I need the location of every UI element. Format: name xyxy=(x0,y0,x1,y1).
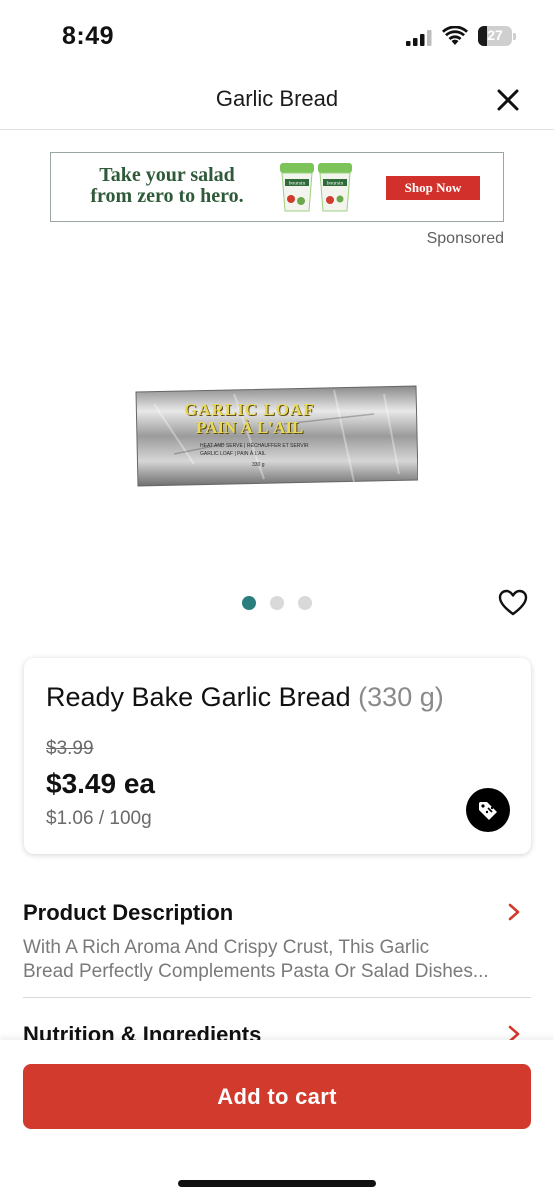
page-title: Garlic Bread xyxy=(215,86,339,111)
bag-fine-print: HEAT AND SERVE | RÉCHAUFFER ET SERVIR GA… xyxy=(200,442,320,458)
unit-price: $1.06 / 100g xyxy=(46,808,152,829)
product-image[interactable]: GARLIC LOAF PAIN À L'AIL HEAT AND SERVE … xyxy=(134,384,418,488)
description-line: Bread Perfectly Complements Pasta Or Sal… xyxy=(23,961,489,982)
product-tub-icon: boursin xyxy=(280,163,314,212)
price-tag-icon[interactable] xyxy=(466,788,510,832)
battery-cap xyxy=(513,33,516,40)
product-card: Ready Bake Garlic Bread (330 g) $3.99 $3… xyxy=(24,658,531,854)
product-size: (330 g) xyxy=(358,682,444,712)
description-line: With A Rich Aroma And Crispy Crust, This… xyxy=(23,937,430,958)
heart-icon[interactable] xyxy=(498,589,528,617)
carousel-dot[interactable] xyxy=(270,596,284,610)
product-title: Ready Bake Garlic Bread (330 g) xyxy=(46,682,444,713)
bag-fine-print-line2: GARLIC LOAF | PAIN À L'AIL xyxy=(200,451,266,457)
carousel-dot[interactable] xyxy=(298,596,312,610)
ad-banner[interactable]: Take your salad from zero to hero. bours… xyxy=(50,152,504,222)
description-title[interactable]: Product Description xyxy=(23,900,233,926)
ad-headline-line2: from zero to hero. xyxy=(90,185,244,207)
divider xyxy=(23,997,531,998)
status-bar: 8:49 27 xyxy=(0,0,554,70)
battery-percent: 27 xyxy=(487,27,503,43)
battery-body: 27 xyxy=(478,26,512,46)
ad-headline: Take your salad from zero to hero. xyxy=(67,165,267,207)
price-tag-glyph xyxy=(479,802,497,820)
ad-headline-line1: Take your salad xyxy=(99,164,235,186)
signal-icon xyxy=(406,30,432,46)
status-time: 8:49 xyxy=(62,22,115,50)
bag-title: GARLIC LOAF xyxy=(184,400,315,419)
bag-subtitle: PAIN À L'AIL xyxy=(196,418,304,437)
close-icon[interactable] xyxy=(494,86,522,114)
sponsored-label: Sponsored xyxy=(426,230,504,247)
product-tub-icon: boursin xyxy=(318,163,352,212)
carousel-dot[interactable] xyxy=(242,596,256,610)
chevron-right-icon[interactable] xyxy=(506,902,522,922)
shop-now-button[interactable]: Shop Now xyxy=(386,176,480,200)
modal-header: Garlic Bread xyxy=(0,70,554,130)
ad-brand-2: boursin xyxy=(327,181,344,187)
description-text: With A Rich Aroma And Crispy Crust, This… xyxy=(23,936,533,984)
battery-icon: 27 xyxy=(478,26,516,46)
old-price: $3.99 xyxy=(46,738,94,759)
wifi-icon xyxy=(442,26,468,45)
bag-fine-print-line1: HEAT AND SERVE | RÉCHAUFFER ET SERVIR xyxy=(200,443,309,449)
carousel-dots xyxy=(240,596,320,612)
bottom-bar: Add to cart xyxy=(0,1040,554,1200)
bag-weight: 330 g xyxy=(252,462,265,468)
product-name: Ready Bake Garlic Bread xyxy=(46,682,351,712)
add-to-cart-button[interactable]: Add to cart xyxy=(23,1064,531,1129)
ad-brand-1: boursin xyxy=(289,181,306,187)
current-price: $3.49 ea xyxy=(46,768,155,799)
home-indicator[interactable] xyxy=(178,1180,376,1187)
